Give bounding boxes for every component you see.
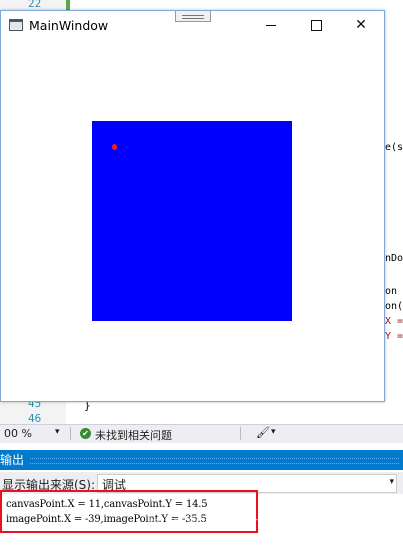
line-number: 22 <box>28 0 42 10</box>
output-panel-header: 输出 <box>0 450 403 470</box>
click-point-marker <box>112 144 117 150</box>
window-title: MainWindow <box>29 18 109 33</box>
minimize-button[interactable] <box>250 11 294 39</box>
maximize-button[interactable] <box>294 11 338 39</box>
editor-status-bar: 00 % ▾ ✔ 未找到相关问题 🖌 ▾ <box>0 424 403 443</box>
title-bar[interactable]: MainWindow ✕ <box>1 11 384 41</box>
issues-status[interactable]: 未找到相关问题 <box>95 427 172 443</box>
code-fragment: on <box>385 286 398 297</box>
drag-grip-icon[interactable] <box>175 11 211 22</box>
panel-grip[interactable] <box>30 458 399 464</box>
divider <box>70 427 71 440</box>
zoom-level[interactable]: 00 % <box>4 427 32 440</box>
zoom-dropdown-icon[interactable]: ▾ <box>55 427 60 437</box>
code-fragment: nDo <box>385 253 403 264</box>
main-window: MainWindow ✕ <box>0 10 385 402</box>
watermark: https://blog.csdn.net/chulijun3107 <box>148 515 354 529</box>
change-indicator <box>66 0 70 10</box>
app-window-icon <box>9 19 23 31</box>
close-icon: ✕ <box>355 17 367 33</box>
code-fragment: on( <box>385 301 403 312</box>
output-panel-title: 输出 <box>0 453 25 467</box>
code-fragment: e(s <box>385 142 403 153</box>
divider <box>240 427 241 440</box>
code-cleanup-icon[interactable]: 🖌 <box>256 426 270 439</box>
cleanup-dropdown-icon[interactable]: ▾ <box>271 427 276 437</box>
chevron-down-icon: ▾ <box>389 477 394 487</box>
drawing-canvas[interactable] <box>92 121 292 321</box>
output-line: canvasPoint.X = 11,canvasPoint.Y = 14.5 <box>6 499 208 510</box>
code-fragment: Y = <box>385 331 403 342</box>
window-client-area <box>1 41 384 401</box>
maximize-icon <box>311 20 322 31</box>
close-button[interactable]: ✕ <box>339 11 383 39</box>
code-fragment: X = <box>385 316 403 327</box>
check-icon: ✔ <box>80 428 91 439</box>
minimize-icon <box>266 25 276 26</box>
